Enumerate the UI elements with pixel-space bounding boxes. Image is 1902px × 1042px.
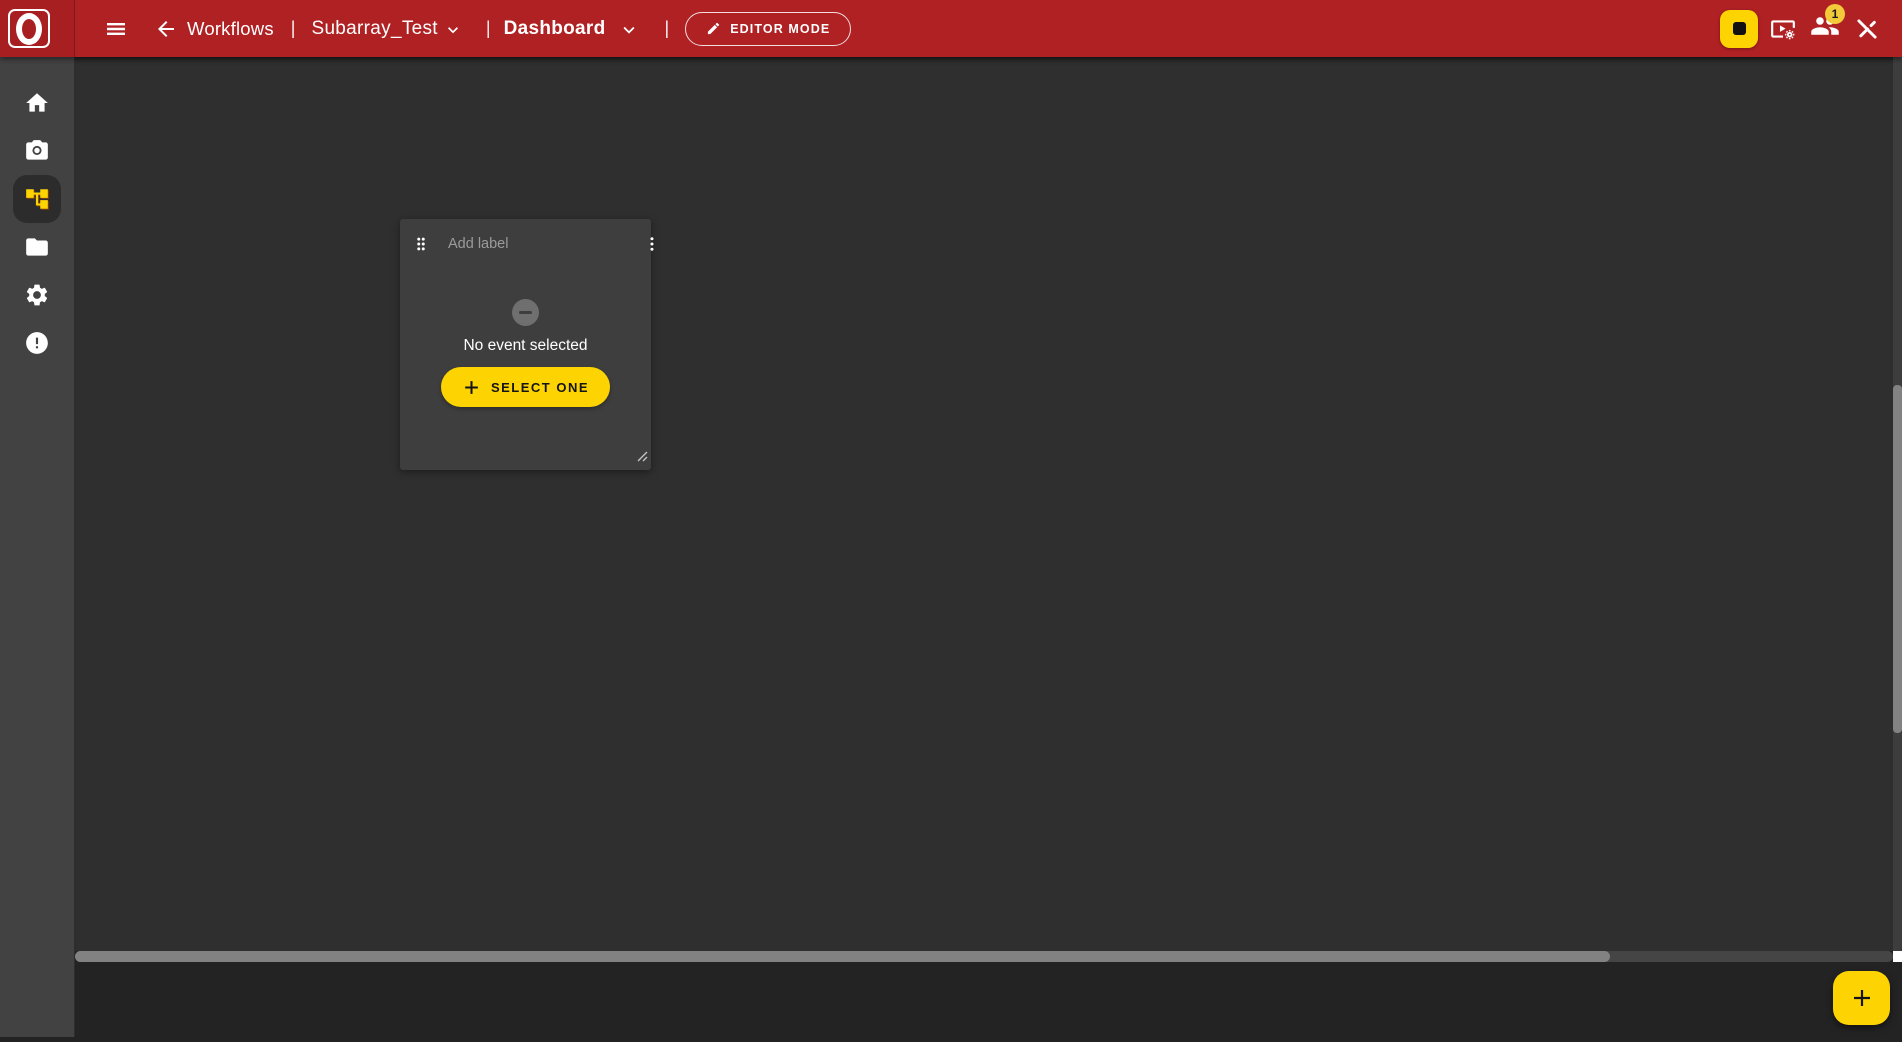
empty-state-text: No event selected xyxy=(463,337,587,355)
sidebar xyxy=(0,57,75,1037)
plus-icon xyxy=(462,378,481,397)
back-button[interactable] xyxy=(154,17,178,41)
menu-icon xyxy=(104,17,128,41)
error-icon xyxy=(24,330,50,356)
editor-mode-button[interactable]: EDITOR MODE xyxy=(685,12,851,46)
app-logo xyxy=(0,0,75,57)
users-button[interactable]: 1 xyxy=(1810,11,1840,46)
editor-mode-label: EDITOR MODE xyxy=(730,22,830,36)
minus-circle-icon xyxy=(512,299,539,326)
scrollbar-corner xyxy=(1893,951,1902,962)
event-widget-card: No event selected SELECT ONE xyxy=(400,219,651,470)
stop-button[interactable] xyxy=(1720,10,1758,48)
dashboard-canvas: No event selected SELECT ONE xyxy=(75,57,1893,951)
horizontal-scrollbar-track[interactable] xyxy=(75,951,1893,962)
video-settings-button[interactable] xyxy=(1770,16,1796,42)
select-one-label: SELECT ONE xyxy=(491,380,589,395)
sidebar-item-alerts[interactable] xyxy=(0,319,75,367)
home-icon xyxy=(24,90,50,116)
breadcrumb-separator: | xyxy=(486,18,491,39)
view-selector[interactable]: Dashboard xyxy=(504,16,640,41)
sidebar-item-camera[interactable] xyxy=(0,127,75,175)
logo-icon xyxy=(8,9,50,48)
widget-header xyxy=(400,219,651,253)
chevron-down-icon xyxy=(443,20,463,40)
vertical-scrollbar-thumb[interactable] xyxy=(1893,385,1902,733)
active-item-highlight xyxy=(13,175,61,223)
widget-body: No event selected SELECT ONE xyxy=(400,253,651,407)
workflow-name: Subarray_Test xyxy=(311,18,437,40)
topbar: Workflows | Subarray_Test | Dashboard | … xyxy=(0,0,1902,57)
widget-label-input[interactable] xyxy=(448,236,635,252)
sidebar-item-settings[interactable] xyxy=(0,271,75,319)
kebab-menu-icon[interactable] xyxy=(643,235,661,253)
stop-icon xyxy=(1733,22,1746,35)
menu-button[interactable] xyxy=(104,17,128,41)
vertical-scrollbar-track[interactable] xyxy=(1893,57,1902,951)
edit-off-icon xyxy=(1854,16,1880,42)
camera-icon xyxy=(24,138,50,164)
horizontal-scrollbar-thumb[interactable] xyxy=(75,951,1610,962)
exit-editor-button[interactable] xyxy=(1854,16,1880,42)
breadcrumb-separator: | xyxy=(291,18,296,39)
folder-icon xyxy=(24,234,50,260)
bottom-panel xyxy=(75,962,1902,1042)
sidebar-item-files[interactable] xyxy=(0,223,75,271)
video-settings-icon xyxy=(1770,16,1796,42)
select-one-button[interactable]: SELECT ONE xyxy=(441,367,610,407)
workflow-tree-icon xyxy=(24,186,50,212)
arrow-back-icon xyxy=(154,17,178,41)
chevron-down-icon xyxy=(618,19,640,41)
add-widget-fab[interactable] xyxy=(1833,971,1890,1025)
gear-icon xyxy=(24,282,50,308)
breadcrumb-workflows[interactable]: Workflows xyxy=(187,18,274,40)
notification-badge: 1 xyxy=(1825,4,1845,24)
drag-handle-icon[interactable] xyxy=(412,235,430,253)
plus-icon xyxy=(1850,986,1874,1010)
workflow-selector[interactable]: Subarray_Test xyxy=(311,17,462,40)
resize-handle-icon[interactable] xyxy=(637,449,648,467)
breadcrumb-separator: | xyxy=(665,18,670,39)
view-name: Dashboard xyxy=(504,18,606,40)
sidebar-item-home[interactable] xyxy=(0,79,75,127)
edit-pencil-icon xyxy=(706,21,721,36)
sidebar-item-workflows[interactable] xyxy=(0,175,75,223)
